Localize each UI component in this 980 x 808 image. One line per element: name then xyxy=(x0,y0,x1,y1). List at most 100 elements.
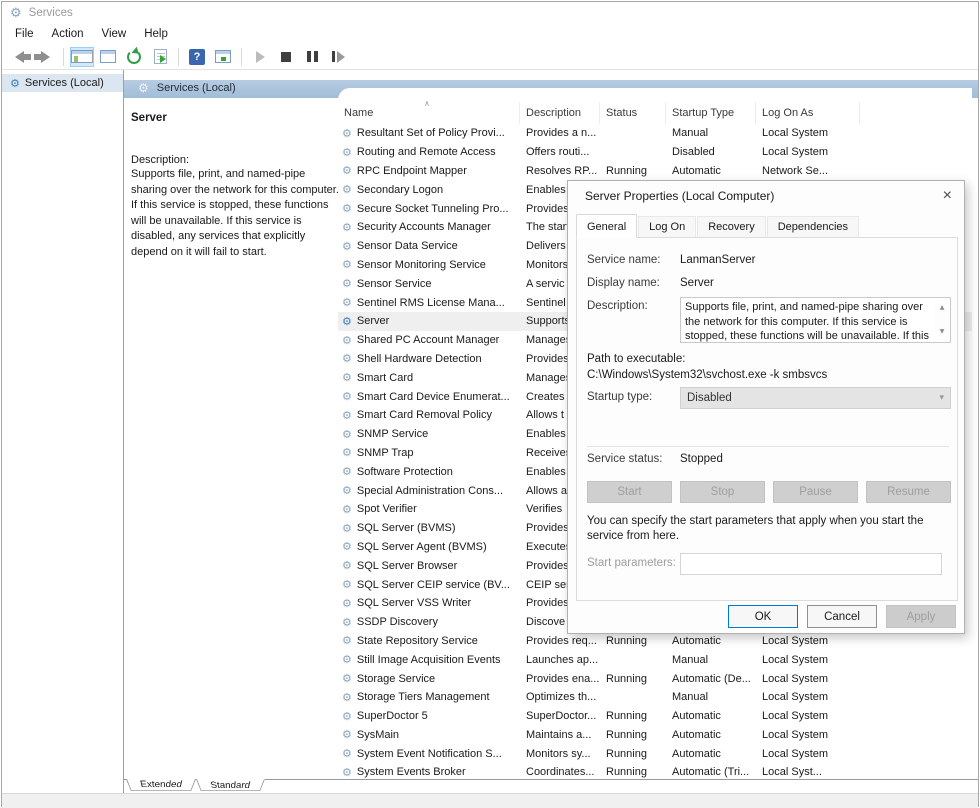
menu-bar: File Action View Help xyxy=(2,24,978,44)
service-name-cell: ⚙Smart Card xyxy=(338,371,520,384)
service-name-text: Shell Hardware Detection xyxy=(357,353,482,365)
close-icon[interactable]: × xyxy=(943,188,952,204)
table-row[interactable]: ⚙System Event Notification S...Monitors … xyxy=(338,744,972,763)
service-gear-icon: ⚙ xyxy=(342,465,352,478)
console-window-button[interactable] xyxy=(96,47,120,67)
tab-dependencies[interactable]: Dependencies xyxy=(767,216,859,237)
scroll-up-icon[interactable]: ▲ xyxy=(940,301,945,316)
service-gear-icon: ⚙ xyxy=(342,634,352,647)
service-name-cell: ⚙Storage Service xyxy=(338,672,520,685)
table-row[interactable]: ⚙Storage ServiceProvides ena...RunningAu… xyxy=(338,669,972,688)
column-header-log-on-as[interactable]: Log On As xyxy=(756,102,860,124)
service-name-text: Special Administration Cons... xyxy=(357,485,503,497)
service-name-text: Sensor Monitoring Service xyxy=(357,259,486,271)
service-control-buttons: Start Stop Pause Resume xyxy=(587,481,951,503)
pause-button[interactable]: Pause xyxy=(773,481,858,503)
menu-file[interactable]: File xyxy=(6,26,43,42)
service-name-cell: ⚙Smart Card Device Enumerat... xyxy=(338,390,520,403)
pause-service-button[interactable] xyxy=(300,47,324,67)
service-startup-type-cell: Disabled xyxy=(666,146,756,158)
table-row[interactable]: ⚙Storage Tiers ManagementOptimizes th...… xyxy=(338,688,972,707)
menu-view[interactable]: View xyxy=(93,26,136,42)
ok-button[interactable]: OK xyxy=(728,605,798,628)
resume-button[interactable]: Resume xyxy=(866,481,951,503)
table-row[interactable]: ⚙Still Image Acquisition EventsLaunches … xyxy=(338,650,972,669)
table-row[interactable]: ⚙Resultant Set of Policy Provi...Provide… xyxy=(338,124,972,143)
textbox-scrollbar[interactable]: ▲▼ xyxy=(935,299,949,341)
service-gear-icon: ⚙ xyxy=(342,597,352,610)
service-name-cell: ⚙SQL Server VSS Writer xyxy=(338,597,520,610)
start-button[interactable]: Start xyxy=(587,481,672,503)
start-parameters-label: Start parameters: xyxy=(587,557,676,569)
path-value-row: C:\Windows\System32\svchost.exe -k smbsv… xyxy=(587,369,949,381)
show-console-tree-button[interactable] xyxy=(70,47,94,67)
tree-item-services-local[interactable]: ⚙ Services (Local) xyxy=(2,74,123,92)
service-name-cell: ⚙Still Image Acquisition Events xyxy=(338,653,520,666)
properties-window-button[interactable] xyxy=(211,47,235,67)
refresh-button[interactable] xyxy=(122,47,146,67)
display-name-label: Display name: xyxy=(587,277,680,289)
description-text: Supports file, print, and named-pipe sha… xyxy=(131,167,339,260)
apply-button[interactable]: Apply xyxy=(886,605,956,628)
tab-general[interactable]: General xyxy=(576,214,637,238)
column-header-description[interactable]: Description xyxy=(520,102,600,124)
service-name-cell: ⚙SuperDoctor 5 xyxy=(338,710,520,723)
start-service-button[interactable] xyxy=(248,47,272,67)
table-row[interactable]: ⚙State Repository ServiceProvides req...… xyxy=(338,632,972,651)
service-name-cell: ⚙SSDP Discovery xyxy=(338,616,520,629)
column-header-startup-type[interactable]: Startup Type xyxy=(666,102,756,124)
service-gear-icon: ⚙ xyxy=(342,409,352,422)
service-status-cell: Running xyxy=(600,710,666,722)
service-name-cell: ⚙RPC Endpoint Mapper xyxy=(338,164,520,177)
scroll-down-icon[interactable]: ▼ xyxy=(940,325,945,340)
service-status-cell: Running xyxy=(600,635,666,647)
console-window-icon xyxy=(100,50,116,63)
restart-icon xyxy=(332,51,345,63)
service-name-text: System Events Broker xyxy=(357,766,466,778)
service-gear-icon: ⚙ xyxy=(342,672,352,685)
restart-service-button[interactable] xyxy=(326,47,350,67)
service-name-text: SNMP Service xyxy=(357,428,428,440)
service-name-cell: ⚙Security Accounts Manager xyxy=(338,221,520,234)
tab-standard[interactable]: Standard xyxy=(196,779,265,791)
service-name-text: Storage Tiers Management xyxy=(357,691,490,703)
tab-extended[interactable]: Extended xyxy=(126,779,196,791)
list-header: ∧ Name Description Status Startup Type L… xyxy=(338,102,972,124)
start-parameters-input[interactable] xyxy=(680,553,942,575)
forward-button[interactable] xyxy=(33,47,57,67)
service-name-label: Service name: xyxy=(587,254,680,266)
service-gear-icon: ⚙ xyxy=(342,240,352,253)
table-row[interactable]: ⚙System Events BrokerCoordinates...Runni… xyxy=(338,763,972,779)
column-header-status[interactable]: Status xyxy=(600,102,666,124)
service-startup-type-cell: Automatic (De... xyxy=(666,673,756,685)
table-row[interactable]: ⚙Routing and Remote AccessOffers routi..… xyxy=(338,143,972,162)
service-status-label: Service status: xyxy=(587,453,680,465)
table-row[interactable]: ⚙RPC Endpoint MapperResolves RP...Runnin… xyxy=(338,162,972,181)
export-list-button[interactable] xyxy=(148,47,172,67)
back-button[interactable] xyxy=(7,47,31,67)
service-gear-icon: ⚙ xyxy=(342,352,352,365)
service-name-text: Resultant Set of Policy Provi... xyxy=(357,127,505,139)
description-textbox[interactable]: Supports file, print, and named-pipe sha… xyxy=(680,297,951,343)
tab-log-on[interactable]: Log On xyxy=(638,216,696,237)
display-name-row: Display name: Server xyxy=(587,277,949,289)
service-name-text: Secure Socket Tunneling Pro... xyxy=(357,203,509,215)
service-log-on-as-cell: Local System xyxy=(756,729,860,741)
dialog-footer: OK Cancel Apply xyxy=(568,605,960,629)
startup-type-dropdown[interactable]: Disabled ▾ xyxy=(680,387,951,409)
menu-action[interactable]: Action xyxy=(43,26,93,42)
service-gear-icon: ⚙ xyxy=(342,710,352,723)
stop-button[interactable]: Stop xyxy=(680,481,765,503)
service-name-cell: ⚙Resultant Set of Policy Provi... xyxy=(338,127,520,140)
service-name-text: Smart Card Removal Policy xyxy=(357,409,492,421)
table-row[interactable]: ⚙SysMainMaintains a...RunningAutomaticLo… xyxy=(338,726,972,745)
console-tree-icon xyxy=(71,50,93,63)
service-log-on-as-cell: Local System xyxy=(756,635,860,647)
service-name-cell: ⚙Sentinel RMS License Mana... xyxy=(338,296,520,309)
tab-recovery[interactable]: Recovery xyxy=(697,216,765,237)
table-row[interactable]: ⚙SuperDoctor 5SuperDoctor...RunningAutom… xyxy=(338,707,972,726)
help-button[interactable]: ? xyxy=(185,47,209,67)
menu-help[interactable]: Help xyxy=(135,26,177,42)
cancel-button[interactable]: Cancel xyxy=(807,605,877,628)
stop-service-button[interactable] xyxy=(274,47,298,67)
